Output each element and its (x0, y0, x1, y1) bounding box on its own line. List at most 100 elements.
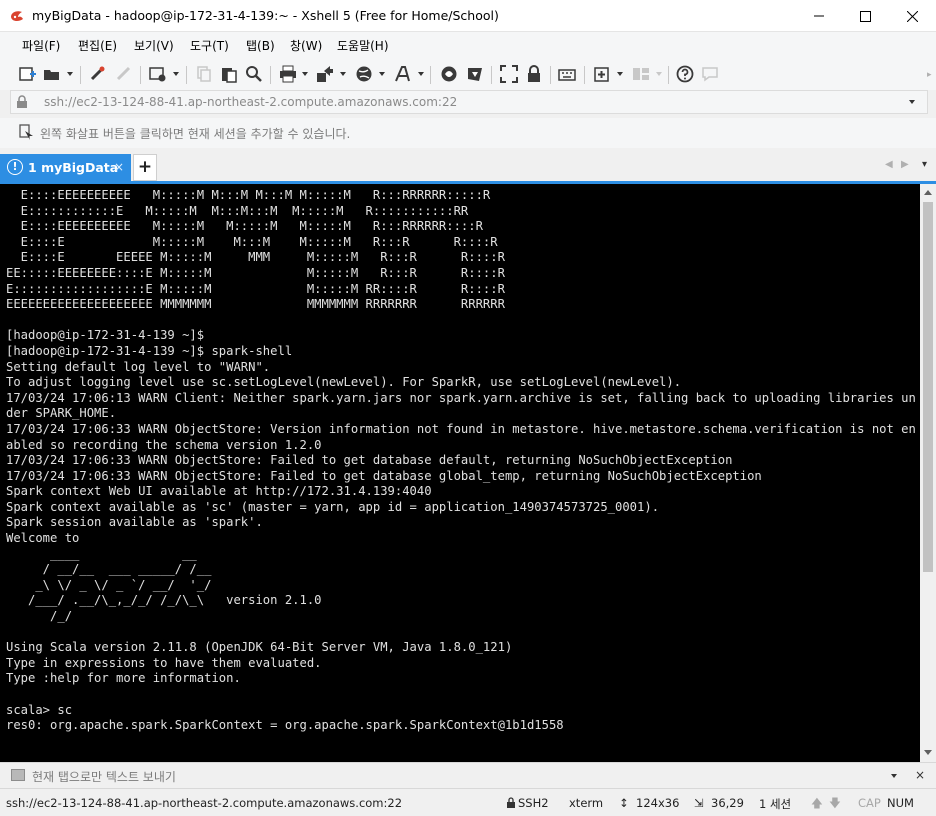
lock-icon[interactable] (525, 65, 543, 83)
status-address: ssh://ec2-13-124-88-41.ap-northeast-2.co… (6, 796, 403, 810)
paste-icon[interactable] (220, 65, 238, 83)
add-tab-group-icon[interactable] (593, 65, 611, 83)
terminal-line: Type in expressions to have them evaluat… (6, 655, 322, 670)
tab-scroll-left-icon[interactable]: ◀ (885, 159, 893, 170)
scroll-up-icon[interactable] (924, 190, 932, 195)
terminal-line: Welcome to (6, 531, 80, 546)
terminal-line: res0: org.apache.spark.SparkContext = or… (6, 718, 564, 733)
terminal-line: Spark context available as 'sc' (master … (6, 499, 660, 514)
terminal-output: E::::EEEEEEEEEE M:::::M M:::M M:::M M:::… (6, 188, 916, 734)
status-size: 124x36 (636, 796, 680, 810)
menu-help[interactable]: 도움말(H) (337, 37, 389, 54)
arrow-up-icon[interactable]: 🡅 (811, 796, 823, 815)
properties-icon[interactable] (149, 65, 167, 83)
status-num: NUM (887, 796, 914, 810)
toolbar-overflow-icon[interactable]: ▸ (927, 70, 932, 80)
font-icon[interactable] (394, 65, 412, 83)
help-icon[interactable] (676, 65, 694, 83)
address-dropdown-icon[interactable] (909, 100, 915, 104)
tab-group-dropdown-icon[interactable] (617, 72, 623, 76)
print-dropdown-icon[interactable] (302, 72, 308, 76)
tab-scroll-right-icon[interactable]: ▶ (901, 159, 909, 170)
menu-window[interactable]: 창(W) (290, 37, 322, 54)
compose-input[interactable]: 현재 탭으로만 텍스트 보내기 (32, 768, 176, 785)
new-tab-button[interactable]: + (133, 154, 157, 181)
toolbar-separator (430, 66, 431, 84)
tab-close-icon[interactable]: × (114, 160, 124, 174)
close-icon (906, 10, 918, 22)
terminal-line: /___/ .__/\_,_/_/ /_/\_\ version 2.1.0 (6, 593, 322, 608)
chat-icon (702, 67, 718, 82)
add-session-arrow-icon[interactable] (19, 124, 35, 140)
xmanager-icon[interactable] (466, 65, 484, 83)
terminal-line: Setting default log level to "WARN". (6, 359, 271, 374)
lock-icon (507, 797, 515, 808)
terminal-line: Type :help for more information. (6, 671, 241, 686)
terminal-line: EE:::::EEEEEEEE::::E M:::::M M:::::M R::… (6, 265, 505, 280)
resize-icon: ↕ (619, 796, 629, 810)
close-button[interactable] (889, 0, 935, 32)
keyboard-icon (11, 769, 25, 781)
open-dropdown-icon[interactable] (67, 72, 73, 76)
compose-dropdown-icon[interactable] (891, 774, 897, 778)
terminal-line: [hadoop@ip-172-31-4-139 ~]$ (6, 328, 205, 343)
find-icon[interactable] (245, 65, 263, 83)
tab-list-dropdown-icon[interactable]: ▾ (922, 159, 927, 170)
minimize-button[interactable] (796, 0, 842, 32)
toolbar-separator (491, 66, 492, 84)
scrollbar-thumb[interactable] (923, 202, 933, 572)
arrow-down-icon[interactable]: 🡇 (829, 796, 841, 815)
menu-file[interactable]: 파일(F) (22, 37, 60, 54)
toolbar: ▸ (0, 58, 936, 90)
print-icon[interactable] (279, 65, 297, 83)
toolbar-separator (80, 66, 81, 84)
menu-bar: 파일(F) 편집(E) 보기(V) 도구(T) 탭(B) 창(W) 도움말(H) (0, 32, 936, 58)
cursor-position-icon: ⇲ (694, 796, 704, 810)
terminal-scrollbar[interactable] (920, 184, 936, 762)
compose-close-icon[interactable]: × (915, 768, 925, 782)
keyboard-icon[interactable] (558, 65, 576, 83)
address-input[interactable]: ssh://ec2-13-124-88-41.ap-northeast-2.co… (44, 95, 457, 109)
globe-dropdown-icon[interactable] (379, 72, 385, 76)
font-dropdown-icon[interactable] (418, 72, 424, 76)
scroll-down-icon[interactable] (924, 750, 932, 755)
maximize-button[interactable] (842, 0, 888, 32)
copy-icon (197, 66, 211, 82)
terminal-line: EEEEEEEEEEEEEEEEEEEE MMMMMMM MMMMMMM RRR… (6, 297, 505, 312)
xshell-app-icon[interactable] (9, 8, 25, 24)
minimize-icon (814, 15, 824, 17)
toolbar-separator (140, 66, 141, 84)
open-folder-icon[interactable] (43, 65, 61, 83)
status-sessions: 1 세션 (759, 797, 792, 811)
transfer-icon[interactable] (316, 65, 334, 83)
layout-dropdown-icon (656, 72, 662, 76)
properties-dropdown-icon[interactable] (173, 72, 179, 76)
status-bar: ssh://ec2-13-124-88-41.ap-northeast-2.co… (0, 788, 936, 816)
terminal-line: E::::::::::::::::::E M:::::M M:::::M RR:… (6, 281, 505, 296)
menu-view[interactable]: 보기(V) (134, 37, 174, 54)
tab-mybigdata[interactable]: ! 1 myBigData × (0, 154, 131, 181)
title-bar: myBigData - hadoop@ip-172-31-4-139:~ - X… (0, 0, 936, 32)
menu-edit[interactable]: 편집(E) (78, 37, 117, 54)
toolbar-separator (270, 66, 271, 84)
new-session-icon[interactable] (18, 65, 36, 83)
terminal-line: E::::E EEEEE M:::::M MMM M:::::M R:::R R… (6, 250, 505, 265)
terminal-area[interactable]: E::::EEEEEEEEEE M:::::M M:::M M:::M M:::… (0, 184, 920, 762)
terminal-line: E::::E M:::::M M:::M M:::::M R:::R R::::… (6, 234, 498, 249)
compose-bar[interactable]: 현재 탭으로만 텍스트 보내기 × (0, 762, 936, 788)
menu-tools[interactable]: 도구(T) (190, 37, 229, 54)
reconnect-icon[interactable] (89, 65, 107, 83)
terminal-line: [hadoop@ip-172-31-4-139 ~]$ spark-shell (6, 343, 293, 358)
globe-icon[interactable] (355, 65, 373, 83)
transfer-dropdown-icon[interactable] (340, 72, 346, 76)
xftp-icon[interactable] (440, 65, 458, 83)
fullscreen-icon[interactable] (500, 65, 518, 83)
layout-icon (633, 68, 649, 80)
tab-label: 1 myBigData (28, 160, 119, 175)
menu-tab[interactable]: 탭(B) (246, 37, 275, 54)
terminal-line: E::::EEEEEEEEEE M:::::M M:::M M:::M M:::… (6, 188, 491, 202)
address-bar[interactable]: ssh://ec2-13-124-88-41.ap-northeast-2.co… (10, 90, 928, 114)
terminal-line: Spark context Web UI available at http:/… (6, 484, 432, 499)
terminal-line: E::::EEEEEEEEEE M:::::M M:::::M M:::::M … (6, 219, 483, 234)
